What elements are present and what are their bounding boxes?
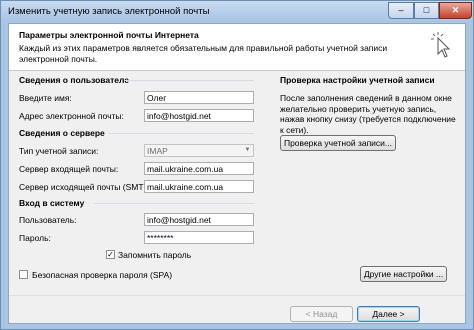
incoming-server-field[interactable]: mail.ukraine.com.ua [144,162,254,175]
spa-label[interactable]: Безопасная проверка пароля (SPA) [32,270,172,280]
server-info-heading: Сведения о сервере [19,128,105,138]
divider [9,295,465,296]
header-title: Параметры электронной почты Интернета [19,30,199,40]
password-field[interactable]: ******** [144,231,254,244]
dialog-window: Изменить учетную запись электронной почт… [0,0,474,330]
test-account-button[interactable]: Проверка учетной записи... [280,135,396,151]
password-label: Пароль: [19,233,51,243]
email-field[interactable]: info@hostgid.net [144,109,254,122]
chevron-down-icon: ▼ [244,147,251,153]
header-panel: Параметры электронной почты Интернета Ка… [9,24,465,71]
username-field[interactable]: info@hostgid.net [144,213,254,226]
back-button[interactable]: < Назад [290,306,353,322]
login-heading: Вход в систему [19,198,85,208]
divider [124,80,254,81]
outgoing-server-field[interactable]: mail.ukraine.com.ua [144,180,254,193]
header-description: Каждый из этих параметров является обяза… [19,43,388,64]
remember-password-checkbox[interactable]: ✓ [106,250,115,259]
divider [109,133,254,134]
account-type-label: Тип учетной записи: [19,146,99,156]
pointer-click-icon [431,32,451,58]
outgoing-server-label: Сервер исходящей почты (SMTP): [19,182,155,192]
spa-checkbox[interactable] [19,270,28,279]
next-button[interactable]: Далее > [357,306,420,322]
incoming-server-label: Сервер входящей почты: [19,164,119,174]
divider [94,203,254,204]
name-label: Введите имя: [19,93,72,103]
username-label: Пользователь: [19,215,77,225]
account-type-value: IMAP [147,146,168,156]
user-info-heading: Сведения о пользователе [19,75,130,85]
maximize-button[interactable]: □ [414,2,439,19]
dialog-body: Параметры электронной почты Интернета Ка… [8,23,466,324]
close-button[interactable]: ✕ [439,2,472,19]
test-settings-heading: Проверка настройки учетной записи [280,75,435,85]
minimize-button[interactable]: – [388,2,414,19]
window-title: Изменить учетную запись электронной почт… [8,6,210,17]
account-type-select: IMAP ▼ [144,144,254,157]
name-field[interactable]: Олег [144,91,254,104]
email-label: Адрес электронной почты: [19,111,124,121]
remember-password-label[interactable]: Запомнить пароль [118,250,191,260]
title-bar[interactable]: Изменить учетную запись электронной почт… [1,1,473,23]
more-settings-button[interactable]: Другие настройки ... [360,266,447,282]
test-settings-description: После заполнения сведений в данном окне … [280,93,456,135]
